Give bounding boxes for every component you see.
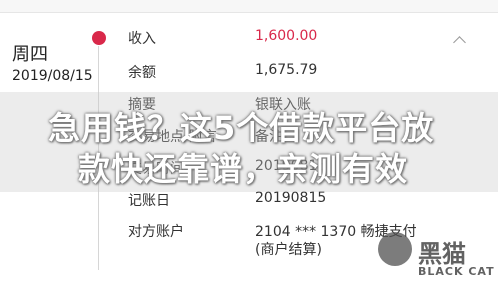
income-value: 1,600.00 [255, 28, 318, 44]
balance-value: 1,675.79 [255, 62, 318, 78]
watermark-cn: 黑猫 [418, 240, 466, 268]
watermark-en: BLACK CAT [418, 265, 495, 278]
black-cat-logo-icon [378, 232, 412, 266]
day-label: 周四 [12, 44, 48, 65]
overlay-headline-1: 急用钱？这5个借款平台放 [48, 109, 435, 147]
counterparty-note: (商户结算) [255, 242, 322, 258]
chevron-up-icon[interactable] [453, 36, 466, 49]
row-label: 余额 [128, 65, 156, 81]
posting-date-value: 20190815 [255, 190, 327, 206]
dot-icon [92, 31, 106, 45]
date-label: 2019/08/15 [12, 68, 93, 84]
row-label: 记账日 [128, 193, 170, 209]
row-label: 对方账户 [128, 224, 184, 240]
row-label: 收入 [128, 31, 156, 47]
overlay-headline-2: 款快还靠谱，亲测有效 [78, 150, 409, 188]
top-divider [0, 0, 498, 13]
